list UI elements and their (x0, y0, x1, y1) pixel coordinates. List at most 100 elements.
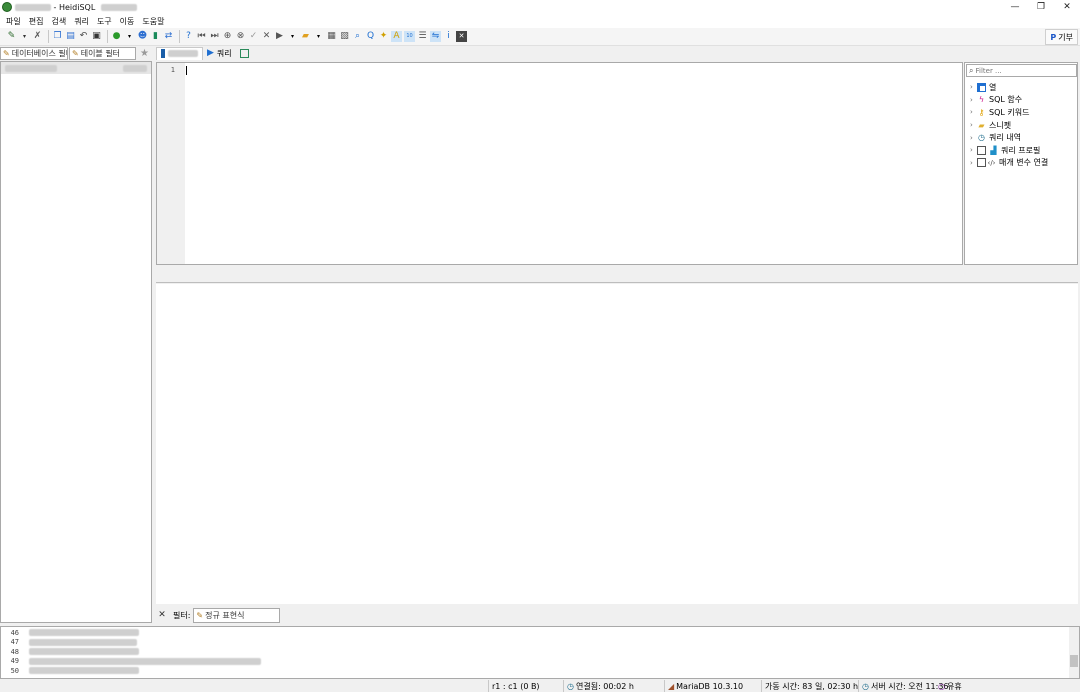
clock-icon: ◷ (862, 681, 869, 691)
cancel-record-icon[interactable]: ✕ (261, 31, 272, 42)
log-scroll-thumb[interactable] (1070, 655, 1078, 667)
clear-icon[interactable]: ✦ (378, 31, 389, 42)
menu-tools[interactable]: 도구 (93, 16, 116, 27)
run-query-icon[interactable]: ▶ (274, 31, 285, 42)
menu-search[interactable]: 검색 (47, 16, 70, 27)
close-tab-icon[interactable]: ✕ (456, 31, 467, 42)
menu-help[interactable]: 도움말 (138, 16, 168, 27)
maintenance-icon[interactable]: ▮ (150, 31, 161, 42)
chevron-right-icon: › (970, 146, 973, 155)
new-query-tab-button[interactable] (236, 47, 253, 60)
tree-node-session[interactable] (1, 62, 151, 74)
minimize-button[interactable]: — (1002, 0, 1028, 14)
help-icon[interactable]: ? (183, 31, 194, 42)
session-manager-icon[interactable]: ✎ (6, 31, 17, 42)
info-icon[interactable]: i (443, 31, 454, 42)
print-icon[interactable]: ▣ (91, 31, 102, 42)
result-tabs-bar (156, 266, 1078, 283)
sync-icon[interactable]: ⇋ (430, 31, 441, 42)
results-grid[interactable] (156, 284, 1078, 604)
helper-filter-field[interactable]: ⌕ (966, 64, 1077, 77)
open-sql-file-icon[interactable]: ▰ (300, 31, 311, 42)
table-filter-input[interactable]: ✎ 테이블 필터 (69, 46, 136, 60)
donate-button[interactable]: P 기부 (1045, 29, 1078, 45)
chevron-right-icon: › (970, 83, 973, 92)
text-caret (186, 66, 187, 75)
create-object-icon[interactable]: ● (111, 31, 122, 42)
save-snippet-icon[interactable]: ▧ (339, 31, 350, 42)
helper-item-bind-params[interactable]: › ‹/› 매개 변수 연결 (970, 157, 1048, 170)
helper-item-label: 열 (989, 82, 997, 92)
copy-icon[interactable]: ❐ (52, 31, 63, 42)
heidisql-app-icon (2, 2, 12, 12)
columns-icon (977, 82, 986, 92)
paypal-icon: P (1050, 32, 1057, 42)
last-record-icon[interactable]: ⏭ (209, 31, 220, 42)
main-toolbar: ✎ ▾ ✗ ❐ ▤ ↶ ▣ ● ▾ ☻ ▮ ⇄ ? ⏮ ⏭ ⊕ ⊗ ✓ ✕ ▶ … (0, 28, 1080, 46)
chevron-right-icon: › (970, 121, 973, 130)
delete-record-icon[interactable]: ⊗ (235, 31, 246, 42)
menu-file[interactable]: 파일 (2, 16, 25, 27)
mariadb-icon: ◢ (668, 681, 675, 691)
helper-item-query-profile[interactable]: › ▟ 쿼리 프로필 (970, 144, 1048, 157)
save-sql-icon[interactable]: ▦ (326, 31, 337, 42)
open-dropdown-icon[interactable]: ▾ (313, 31, 324, 42)
database-filter-input[interactable]: ✎ 데이터베이스 필터 (0, 46, 68, 60)
redacted-log-text (29, 657, 261, 665)
log-line-number: 49 (10, 657, 19, 666)
menu-edit[interactable]: 편집 (25, 16, 48, 27)
checkbox-icon[interactable] (977, 158, 986, 168)
restore-button[interactable]: ❐ (1028, 0, 1054, 14)
database-tree[interactable] (0, 61, 152, 623)
helper-item-sql-keywords[interactable]: › ⚷ SQL 키워드 (970, 106, 1048, 119)
pencil-icon: ✎ (196, 610, 204, 620)
sql-editor[interactable]: 1 (156, 62, 963, 265)
editor-tabs: ▶ 쿼리 (156, 46, 253, 60)
favorites-star-icon[interactable]: ★ (140, 48, 149, 59)
heidisql-window: - HeidiSQL — ❐ ✕ 파일 편집 검색 쿼리 도구 이동 도움말 ✎… (0, 0, 1080, 692)
tab-query[interactable]: ▶ 쿼리 (203, 47, 236, 60)
insert-record-icon[interactable]: ⊕ (222, 31, 233, 42)
helper-item-label: 매개 변수 연결 (999, 158, 1049, 168)
paste-icon[interactable]: ▤ (65, 31, 76, 42)
session-dropdown-icon[interactable]: ▾ (19, 31, 30, 42)
helper-item-columns[interactable]: › 열 (970, 81, 1048, 94)
wrap-lines-icon[interactable]: ☰ (417, 31, 428, 42)
pencil-icon: ✎ (3, 48, 10, 58)
database-filter-label: 데이터베이스 필터 (11, 48, 68, 58)
chevron-right-icon: › (970, 108, 973, 117)
menu-query[interactable]: 쿼리 (70, 16, 93, 27)
export-icon[interactable]: ⇄ (163, 31, 174, 42)
helper-filter-input[interactable] (975, 66, 1066, 75)
close-filter-icon[interactable]: ✕ (156, 610, 168, 620)
checkbox-icon[interactable] (977, 145, 986, 155)
helper-item-snippets[interactable]: › ▰ 스니펫 (970, 119, 1048, 132)
log-scrollbar[interactable] (1069, 627, 1079, 678)
left-filter-row: ✎ 데이터베이스 필터 ✎ 테이블 필터 ★ (0, 46, 154, 60)
helper-item-query-history[interactable]: › ◷ 쿼리 내역 (970, 131, 1048, 144)
status-uptime: 가동 시간: 83 일, 02:30 h (761, 680, 858, 692)
redacted-session-size (123, 64, 147, 72)
log-line-number: 48 (10, 647, 19, 656)
helper-item-sql-functions[interactable]: › ϟ SQL 함수 (970, 94, 1048, 107)
first-record-icon[interactable]: ⏮ (196, 31, 207, 42)
status-bar: r1 : c1 (0 B) ◷ 연결됨: 00:02 h ◢ MariaDB 1… (0, 680, 1080, 692)
find-icon[interactable]: ⌕ (352, 31, 363, 42)
binary-mode-icon[interactable]: 10 (404, 31, 415, 42)
create-dropdown-icon[interactable]: ▾ (124, 31, 135, 42)
run-dropdown-icon[interactable]: ▾ (287, 31, 298, 42)
user-manager-icon[interactable]: ☻ (137, 31, 148, 42)
disconnect-icon[interactable]: ✗ (32, 31, 43, 42)
menu-goto[interactable]: 이동 (116, 16, 139, 27)
post-record-icon[interactable]: ✓ (248, 31, 259, 42)
chevron-right-icon: › (970, 95, 973, 104)
close-button[interactable]: ✕ (1054, 0, 1080, 14)
replace-icon[interactable]: Q (365, 31, 376, 42)
beautify-icon[interactable]: A (391, 31, 402, 42)
undo-icon[interactable]: ↶ (78, 31, 89, 42)
toolbar-separator (48, 30, 49, 43)
tab-host[interactable] (156, 46, 203, 60)
regex-filter-input[interactable]: ✎ 정규 표현식 (193, 607, 281, 623)
status-cursor-position: r1 : c1 (0 B) (488, 680, 562, 692)
sql-log[interactable]: 46 47 48 49 50 (0, 626, 1080, 679)
